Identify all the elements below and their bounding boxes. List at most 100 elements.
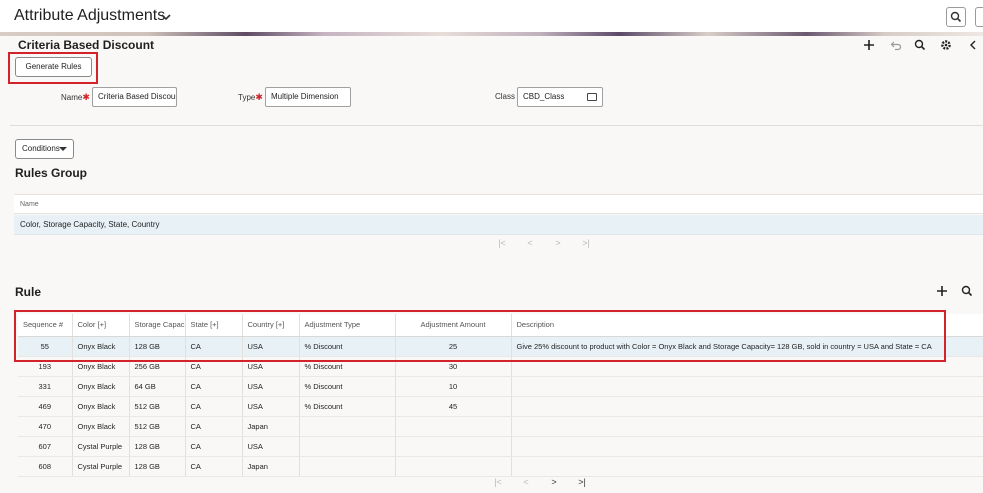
class-field[interactable]: CBD_Class [517,87,603,107]
column-header[interactable]: Adjustment Type [299,314,396,337]
search-icon[interactable] [913,38,927,52]
table-cell: 193 [18,356,73,377]
required-icon: ✱ [82,92,90,102]
add-icon[interactable] [862,38,876,52]
column-header[interactable]: Country [+] [242,314,300,337]
section-title: Criteria Based Discount [18,38,155,52]
table-cell: 25 [395,336,512,357]
table-cell: 512 GB [129,416,186,437]
more-button[interactable] [975,7,983,27]
rule-pager: |< < > >| [484,477,596,487]
table-cell: Cystal Purple [72,436,130,457]
rules-group-column-header: Name [14,194,983,214]
table-cell: CA [185,376,243,397]
column-header[interactable]: Storage Capacit [129,314,186,337]
table-cell: Onyx Black [72,416,130,437]
table-cell: USA [242,436,300,457]
prev-page-icon[interactable]: < [512,477,540,487]
table-cell: Japan [242,416,300,437]
next-page-icon[interactable]: > [540,477,568,487]
name-label: Name✱ [61,92,90,103]
table-cell: USA [242,396,300,417]
table-row[interactable]: 607 Cystal Purple 128 GB CA USA [18,436,983,457]
generate-rules-button[interactable]: Generate Rules [15,57,92,77]
table-cell: 608 [18,456,73,477]
table-cell [511,456,983,477]
table-row[interactable]: 55 Onyx Black 128 GB CA USA % Discount 2… [18,336,983,357]
add-icon[interactable] [935,284,949,298]
column-header[interactable]: State [+] [185,314,243,337]
type-label: Type✱ [238,92,263,103]
table-cell: USA [242,356,300,377]
first-page-icon[interactable]: |< [484,477,512,487]
column-header[interactable]: Sequence # [18,314,73,337]
lookup-icon[interactable] [587,93,597,101]
table-cell: 128 GB [129,336,186,357]
type-field[interactable]: Multiple Dimension [265,87,351,107]
table-cell: CA [185,356,243,377]
last-page-icon[interactable]: >| [568,477,596,487]
rules-group-pager: |< < > >| [488,238,600,248]
table-row[interactable]: 608 Cystal Purple 128 GB CA Japan [18,456,983,477]
table-cell: % Discount [299,336,396,357]
table-row[interactable]: 331 Onyx Black 64 GB CA USA % Discount 1… [18,376,983,397]
table-cell: Give 25% discount to product with Color … [511,336,983,357]
table-cell: 128 GB [129,456,186,477]
gear-icon[interactable] [939,38,953,52]
table-cell: 469 [18,396,73,417]
table-cell: % Discount [299,396,396,417]
rule-title: Rule [15,285,42,299]
table-cell: Onyx Black [72,376,130,397]
column-header[interactable]: Color [+] [72,314,130,337]
table-cell [511,416,983,437]
table-cell: Japan [242,456,300,477]
required-icon: ✱ [255,92,263,102]
table-cell [395,436,512,457]
chevron-left-icon[interactable] [966,38,980,52]
table-cell: % Discount [299,376,396,397]
page-title: Attribute Adjustments [14,7,166,24]
chevron-down-icon[interactable] [160,10,172,22]
table-cell: USA [242,376,300,397]
table-cell [299,456,396,477]
table-row[interactable]: 469 Onyx Black 512 GB CA USA % Discount … [18,396,983,417]
first-page-icon[interactable]: |< [488,238,516,248]
caret-down-icon [59,147,67,151]
undo-icon[interactable] [889,38,903,52]
conditions-button[interactable]: Conditions [15,139,74,159]
table-cell: 64 GB [129,376,186,397]
table-cell: CA [185,336,243,357]
type-label-text: Type [238,93,256,102]
table-cell: Onyx Black [72,356,130,377]
class-label: Class [495,92,516,101]
column-header[interactable]: Adjustment Amount [395,314,512,337]
table-cell [511,396,983,417]
table-row[interactable]: 193 Onyx Black 256 GB CA USA % Discount … [18,356,983,377]
table-cell: CA [185,396,243,417]
name-label-text: Name [61,93,83,102]
rules-group-title: Rules Group [15,166,88,180]
column-header[interactable]: Description [511,314,983,337]
search-icon[interactable] [946,7,966,27]
table-header-row: Sequence # Color [+] Storage Capacit Sta… [18,314,983,337]
table-row[interactable]: 470 Onyx Black 512 GB CA Japan [18,416,983,437]
table-cell: 256 GB [129,356,186,377]
table-cell: 30 [395,356,512,377]
table-cell: 55 [18,336,73,357]
table-cell: 607 [18,436,73,457]
table-cell: 128 GB [129,436,186,457]
search-icon[interactable] [960,284,974,298]
table-cell [511,376,983,397]
table-cell: CA [185,436,243,457]
table-cell [511,436,983,457]
table-cell: % Discount [299,356,396,377]
table-cell [395,416,512,437]
table-cell: CA [185,456,243,477]
last-page-icon[interactable]: >| [572,238,600,248]
name-field[interactable]: Criteria Based Discoun [92,87,177,107]
prev-page-icon[interactable]: < [516,238,544,248]
next-page-icon[interactable]: > [544,238,572,248]
rules-group-row[interactable]: Color, Storage Capacity, State, Country [14,215,983,235]
table-cell: 331 [18,376,73,397]
top-bar: Attribute Adjustments [0,0,983,34]
